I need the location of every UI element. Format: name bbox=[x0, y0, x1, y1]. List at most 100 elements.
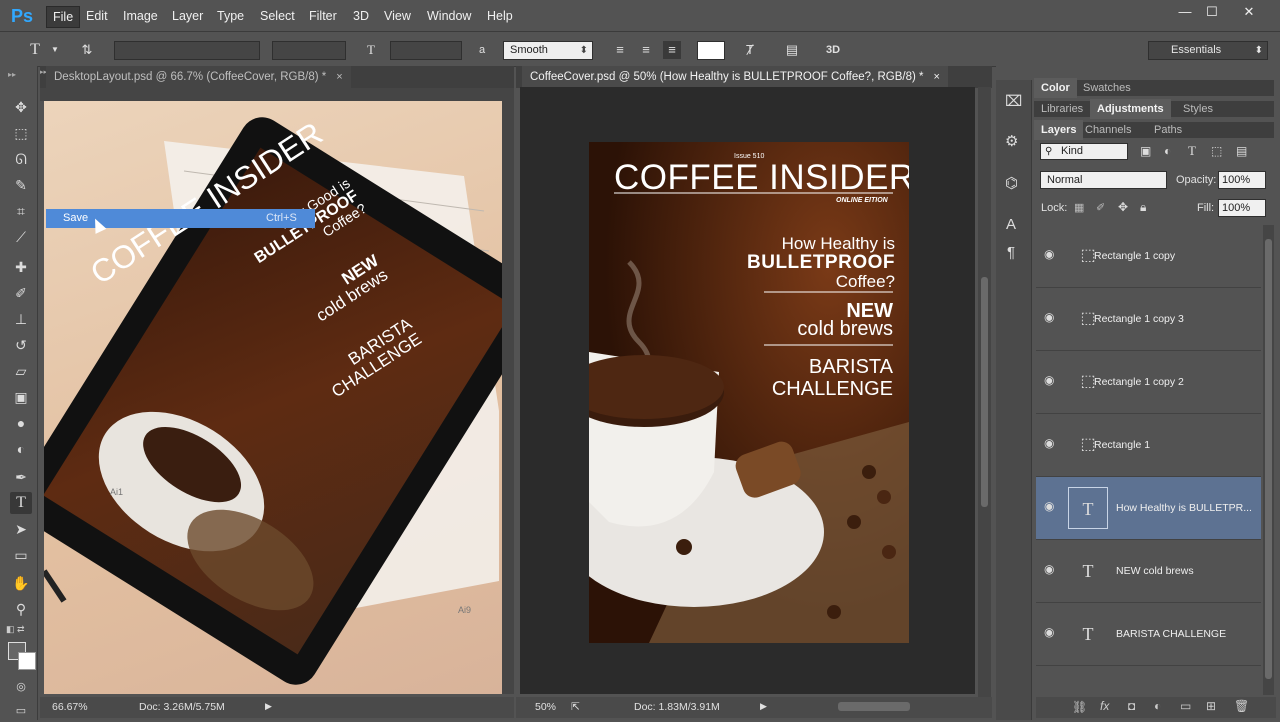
lock-pixels-icon[interactable]: ✐ bbox=[1096, 201, 1105, 214]
tab-channels[interactable]: Channels bbox=[1078, 120, 1138, 140]
menu-image[interactable]: Image bbox=[117, 0, 164, 32]
gradient-tool-icon[interactable]: ▣ bbox=[10, 386, 32, 408]
tab-styles[interactable]: Styles bbox=[1176, 99, 1220, 119]
menu-type[interactable]: Type bbox=[211, 0, 250, 32]
character-panel-icon-dock[interactable]: A bbox=[1006, 216, 1016, 233]
share-icon[interactable]: ⇱ bbox=[571, 701, 580, 713]
antialias-select[interactable]: Smooth bbox=[503, 41, 593, 60]
menu-3d[interactable]: 3D bbox=[347, 0, 375, 32]
text-orientation-icon[interactable]: ⇅ bbox=[78, 41, 96, 59]
visibility-eye-icon[interactable]: ◉ bbox=[1044, 499, 1054, 513]
font-size-select[interactable] bbox=[390, 41, 462, 60]
align-left-icon[interactable]: ≡ bbox=[611, 41, 629, 59]
right-status-arrow-icon[interactable]: ▶ bbox=[760, 701, 767, 712]
default-colors-icon[interactable]: ◧ ⇄ bbox=[6, 624, 25, 635]
adjustment-layer-icon[interactable]: ◐ bbox=[1154, 699, 1161, 713]
menu-edit[interactable]: Edit bbox=[80, 0, 114, 32]
screen-mode-icon[interactable]: ▭ bbox=[10, 700, 32, 722]
right-vertical-scrollbar[interactable] bbox=[978, 87, 991, 697]
maximize-button[interactable]: ☐ bbox=[1197, 2, 1227, 22]
tab-color[interactable]: Color bbox=[1034, 78, 1077, 98]
layers-scrollbar[interactable] bbox=[1263, 225, 1274, 695]
minimize-button[interactable]: — bbox=[1170, 2, 1200, 22]
tab-close-icon[interactable]: × bbox=[933, 71, 939, 83]
layer-row[interactable]: ◉ ⬚ Rectangle 1 bbox=[1036, 414, 1261, 477]
move-tool-icon[interactable]: ✥ bbox=[10, 96, 32, 118]
visibility-eye-icon[interactable]: ◉ bbox=[1044, 247, 1054, 261]
font-family-select[interactable] bbox=[114, 41, 260, 60]
visibility-eye-icon[interactable]: ◉ bbox=[1044, 310, 1054, 324]
blend-mode-select[interactable]: Normal bbox=[1040, 171, 1167, 189]
brush-tool-icon[interactable]: ✐ bbox=[10, 282, 32, 304]
zoom-tool-icon[interactable]: ⚲ bbox=[10, 598, 32, 620]
delete-layer-icon[interactable]: 🗑︎ bbox=[1234, 699, 1249, 713]
layer-row[interactable]: ◉ ⬚ Rectangle 1 copy 2 bbox=[1036, 351, 1261, 414]
preset-dropdown-icon[interactable]: ▼ bbox=[46, 41, 64, 59]
opacity-input[interactable]: 100% bbox=[1218, 171, 1266, 189]
quick-mask-icon[interactable]: ◎ bbox=[10, 676, 32, 698]
left-vertical-scrollbar[interactable] bbox=[502, 101, 514, 694]
fill-input[interactable]: 100% bbox=[1218, 199, 1266, 217]
tab-desktoplayout[interactable]: DesktopLayout.psd @ 66.7% (CoffeeCover, … bbox=[46, 66, 351, 88]
tab-close-icon[interactable]: × bbox=[336, 71, 342, 83]
path-select-tool-icon[interactable]: ➤ bbox=[10, 518, 32, 540]
stamp-tool-icon[interactable]: ⊥ bbox=[10, 308, 32, 330]
visibility-eye-icon[interactable]: ◉ bbox=[1044, 562, 1054, 576]
type-tool-preset-icon[interactable]: T bbox=[26, 41, 44, 59]
coffee-cover-artwork[interactable]: Issue 510 COFFEE INSIDER ONLINE EITION H… bbox=[589, 142, 909, 643]
text-color-swatch[interactable] bbox=[697, 41, 725, 60]
close-window-button[interactable]: ✕ bbox=[1234, 2, 1264, 22]
layer-row[interactable]: ◉ ⬚ Rectangle 1 copy bbox=[1036, 225, 1261, 288]
crop-tool-icon[interactable]: ⌗ bbox=[10, 200, 32, 222]
lock-all-icon[interactable]: 🔒︎ bbox=[1140, 200, 1146, 215]
desktoplayout-canvas[interactable]: COFFEE INSIDER How Good is BULLETPROOF C… bbox=[44, 101, 502, 694]
menu-layer[interactable]: Layer bbox=[166, 0, 209, 32]
layer-row-selected[interactable]: ◉ T How Healthy is BULLETPR... bbox=[1036, 477, 1261, 540]
menu-view[interactable]: View bbox=[378, 0, 417, 32]
eraser-tool-icon[interactable]: ▱ bbox=[10, 360, 32, 382]
tab-libraries[interactable]: Libraries bbox=[1034, 99, 1090, 119]
layers-scroll-thumb[interactable] bbox=[1265, 239, 1272, 679]
workspace-select[interactable]: Essentials ⬍ bbox=[1148, 41, 1268, 60]
menu-file[interactable]: File bbox=[46, 6, 81, 28]
tab-coffeecover[interactable]: CoffeeCover.psd @ 50% (How Healthy is BU… bbox=[522, 66, 948, 88]
font-style-select[interactable] bbox=[272, 41, 346, 60]
rectangle-tool-icon[interactable]: ▭ bbox=[10, 544, 32, 566]
eyedropper-tool-icon[interactable]: ⟋ bbox=[10, 226, 32, 248]
left-zoom-level[interactable]: 66.67% bbox=[52, 701, 88, 713]
collapse-icon[interactable]: ▸▸ bbox=[8, 70, 16, 79]
layer-filter-select[interactable]: ⚲ Kind bbox=[1040, 143, 1128, 160]
tab-swatches[interactable]: Swatches bbox=[1076, 78, 1138, 98]
3d-icon[interactable]: 3D bbox=[821, 41, 845, 59]
align-center-icon[interactable]: ≡ bbox=[637, 41, 655, 59]
visibility-eye-icon[interactable]: ◉ bbox=[1044, 625, 1054, 639]
filter-shape-icon[interactable]: ⬚ bbox=[1211, 144, 1222, 158]
lock-transparent-icon[interactable]: ▦ bbox=[1074, 201, 1084, 214]
new-group-icon[interactable]: ▭ bbox=[1180, 699, 1191, 713]
character-panel-icon[interactable]: ▤ bbox=[783, 41, 801, 59]
fx-icon[interactable]: fx bbox=[1100, 699, 1109, 713]
tab-paths[interactable]: Paths bbox=[1147, 120, 1189, 140]
right-hscroll-thumb[interactable] bbox=[838, 702, 910, 711]
background-color-swatch[interactable] bbox=[18, 652, 36, 670]
filter-type-icon[interactable]: T bbox=[1188, 143, 1196, 159]
visibility-eye-icon[interactable]: ◉ bbox=[1044, 373, 1054, 387]
add-mask-icon[interactable]: ◘ bbox=[1128, 699, 1135, 713]
menu-help[interactable]: Help bbox=[481, 0, 519, 32]
pen-tool-icon[interactable]: ✒ bbox=[10, 466, 32, 488]
blur-tool-icon[interactable]: ● bbox=[10, 412, 32, 434]
context-menu-save[interactable]: Save Ctrl+S bbox=[46, 209, 315, 228]
left-status-arrow-icon[interactable]: ▶ bbox=[265, 701, 272, 712]
quick-select-tool-icon[interactable]: ✎ bbox=[10, 174, 32, 196]
menu-filter[interactable]: Filter bbox=[303, 0, 343, 32]
menu-window[interactable]: Window bbox=[421, 0, 477, 32]
lasso-tool-icon[interactable]: ᘏ bbox=[10, 148, 32, 170]
paragraph-panel-icon[interactable]: ¶ bbox=[1007, 244, 1015, 261]
lock-position-icon[interactable]: ✥ bbox=[1118, 200, 1128, 214]
marquee-tool-icon[interactable]: ⬚ bbox=[10, 122, 32, 144]
tab-adjustments[interactable]: Adjustments bbox=[1090, 99, 1171, 119]
new-layer-icon[interactable]: ⊞ bbox=[1206, 699, 1216, 713]
layer-row[interactable]: ◉ ⬚ Rectangle 1 copy 3 bbox=[1036, 288, 1261, 351]
visibility-eye-icon[interactable]: ◉ bbox=[1044, 436, 1054, 450]
layer-row[interactable]: ◉ T NEW cold brews bbox=[1036, 540, 1261, 603]
